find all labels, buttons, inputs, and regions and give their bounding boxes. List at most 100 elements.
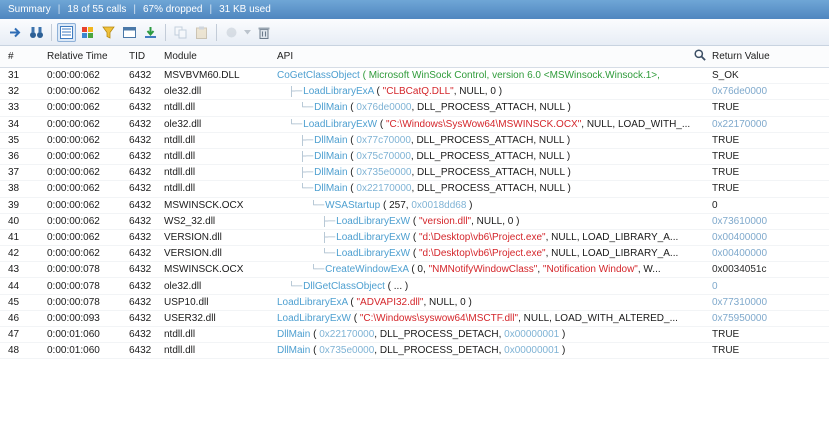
api-argument: ) [466,199,473,211]
api-function-name[interactable]: LoadLibraryExA [277,297,348,308]
thread-id: 6432 [129,280,152,292]
api-function-name[interactable]: LoadLibraryExW [303,119,377,130]
thread-id: 6432 [129,86,152,98]
api-argument: 0x0018dd68 [411,199,467,211]
module-name: ntdll.dll [164,167,196,179]
api-function-name[interactable]: DllMain [277,329,310,340]
relative-time: 0:00:00:062 [47,183,100,195]
api-argument: ( ... ) [384,280,409,292]
binoculars-icon[interactable] [27,23,46,42]
tree-connector: ├─ [299,134,314,146]
search-icon[interactable] [694,49,706,64]
row-number: 40 [8,215,20,227]
api-call: └─LoadLibraryExW ( "C:\Windows\SysWow64\… [269,119,712,130]
thread-id: 6432 [129,134,152,146]
table-row[interactable]: 37 0:00:00:062 6432 ntdll.dll ├─DllMain ( 0x… [0,165,829,182]
api-function-name[interactable]: LoadLibraryExW [336,216,410,227]
return-value: TRUE [712,183,740,195]
api-argument: , DLL_PROCESS_ATTACH, NULL ) [411,102,571,114]
api-argument: ( [373,86,383,98]
toolbar-separator [51,23,52,41]
tree-connector: └─ [288,280,303,292]
api-function-name[interactable]: LoadLibraryExW [336,248,410,259]
return-value: 0x22170000 [712,118,768,130]
api-argument: ) [559,345,566,357]
api-argument: ( 257, [380,199,412,211]
arrow-right-icon[interactable] [6,23,25,42]
api-argument: 0x77c70000 [356,134,411,146]
api-argument: , NULL, 0 ) [453,86,503,98]
row-number: 44 [8,280,20,292]
api-argument: "d:\Desktop\vb6\Project.exe" [418,231,546,243]
api-function-name[interactable]: DllMain [314,151,347,162]
api-function-name[interactable]: CreateWindowExA [325,264,408,275]
column-header-relative-time[interactable]: Relative Time [39,51,121,62]
api-function-name[interactable]: LoadLibraryExW [277,313,351,324]
api-argument: "d:\Desktop\vb6\Project.exe" [418,248,546,260]
api-function-name[interactable]: LoadLibraryExA [303,86,374,97]
copy-icon[interactable] [171,23,190,42]
table-row[interactable]: 42 0:00:00:062 6432 VERSION.dll └─LoadLibrar… [0,246,829,263]
table-row[interactable]: 34 0:00:00:062 6432 ole32.dll └─LoadLibraryE… [0,117,829,133]
summary-tab[interactable]: Summary [8,4,51,15]
column-header-return-value[interactable]: Return Value [712,51,829,62]
return-value: TRUE [712,151,740,163]
table-row[interactable]: 46 0:00:00:093 6432 USER32.dll LoadLibraryEx… [0,311,829,327]
table-row[interactable]: 45 0:00:00:078 6432 USP10.dll LoadLibraryExA… [0,295,829,311]
table-row[interactable]: 41 0:00:00:062 6432 VERSION.dll ├─LoadLibrar… [0,230,829,247]
column-header-module[interactable]: Module [156,51,269,62]
trash-icon[interactable] [254,23,273,42]
api-function-name[interactable]: DllMain [277,345,310,356]
api-function-name[interactable]: DllMain [314,167,347,178]
column-header-tid[interactable]: TID [121,51,156,62]
table-row[interactable]: 35 0:00:00:062 6432 ntdll.dll ├─DllMain ( 0x… [0,133,829,149]
module-name: USER32.dll [164,312,216,324]
module-name: ntdll.dll [164,134,196,146]
paste-icon[interactable] [192,23,211,42]
column-header-api[interactable]: API [269,49,712,64]
filter-icon[interactable] [99,23,118,42]
row-number: 38 [8,183,20,195]
thread-id: 6432 [129,167,152,179]
color-blocks-icon[interactable] [78,23,97,42]
api-function-name[interactable]: DllMain [314,183,347,194]
api-function-name[interactable]: DllMain [314,102,347,113]
column-header-number[interactable]: # [0,51,39,62]
table-row[interactable]: 33 0:00:00:062 6432 ntdll.dll └─DllMain ( 0x… [0,100,829,117]
return-value: 0x77310000 [712,296,768,308]
view-grid-icon[interactable] [57,22,76,42]
api-argument: "CLBCatQ.DLL" [382,86,454,98]
thread-id: 6432 [129,183,152,195]
table-row[interactable]: 44 0:00:00:078 6432 ole32.dll └─DllGetClassO… [0,278,829,295]
api-function-name[interactable]: LoadLibraryExW [336,232,410,243]
table-row[interactable]: 43 0:00:00:078 6432 MSWINSCK.OCX └─CreateWin… [0,262,829,279]
api-call: DllMain ( 0x735e0000, DLL_PROCESS_DETACH… [269,345,712,356]
summary-separator: | [133,4,136,15]
tree-connector: ├─ [321,231,336,243]
window-icon[interactable] [120,23,139,42]
import-icon[interactable] [141,23,160,42]
table-row[interactable]: 39 0:00:00:062 6432 MSWINSCK.OCX └─WSAStartu… [0,198,829,214]
tree-connector: ├─ [299,167,314,179]
thread-id: 6432 [129,248,152,260]
thread-id: 6432 [129,231,152,243]
api-function-name[interactable]: CoGetClassObject [277,70,360,81]
tree-connector: └─ [288,118,303,130]
module-name: MSWINSCK.OCX [164,199,244,211]
api-function-name[interactable]: DllGetClassObject [303,281,385,292]
table-row[interactable]: 31 0:00:00:062 6432 MSVBVM60.DLL CoGetClassO… [0,68,829,85]
module-name: ntdll.dll [164,151,196,163]
table-row[interactable]: 32 0:00:00:062 6432 ole32.dll ├─LoadLibraryE… [0,84,829,101]
table-row[interactable]: 36 0:00:00:062 6432 ntdll.dll ├─DllMain ( 0x… [0,149,829,166]
record-icon[interactable] [222,23,241,42]
api-call: └─DllMain ( 0x76de0000, DLL_PROCESS_ATTA… [269,102,712,113]
table-row[interactable]: 47 0:00:01:060 6432 ntdll.dll DllMain ( 0x22… [0,327,829,344]
table-row[interactable]: 48 0:00:01:060 6432 ntdll.dll DllMain ( 0x73… [0,343,829,360]
api-function-name[interactable]: WSAStartup [325,200,380,211]
table-row[interactable]: 38 0:00:00:062 6432 ntdll.dll └─DllMain ( 0x… [0,181,829,198]
api-function-name[interactable]: DllMain [314,135,347,146]
table-row[interactable]: 40 0:00:00:062 6432 WS2_32.dll ├─LoadLibrary… [0,214,829,230]
relative-time: 0:00:00:062 [47,134,100,146]
return-value: 0 [712,199,718,211]
dropdown-arrow-icon[interactable] [243,23,252,42]
